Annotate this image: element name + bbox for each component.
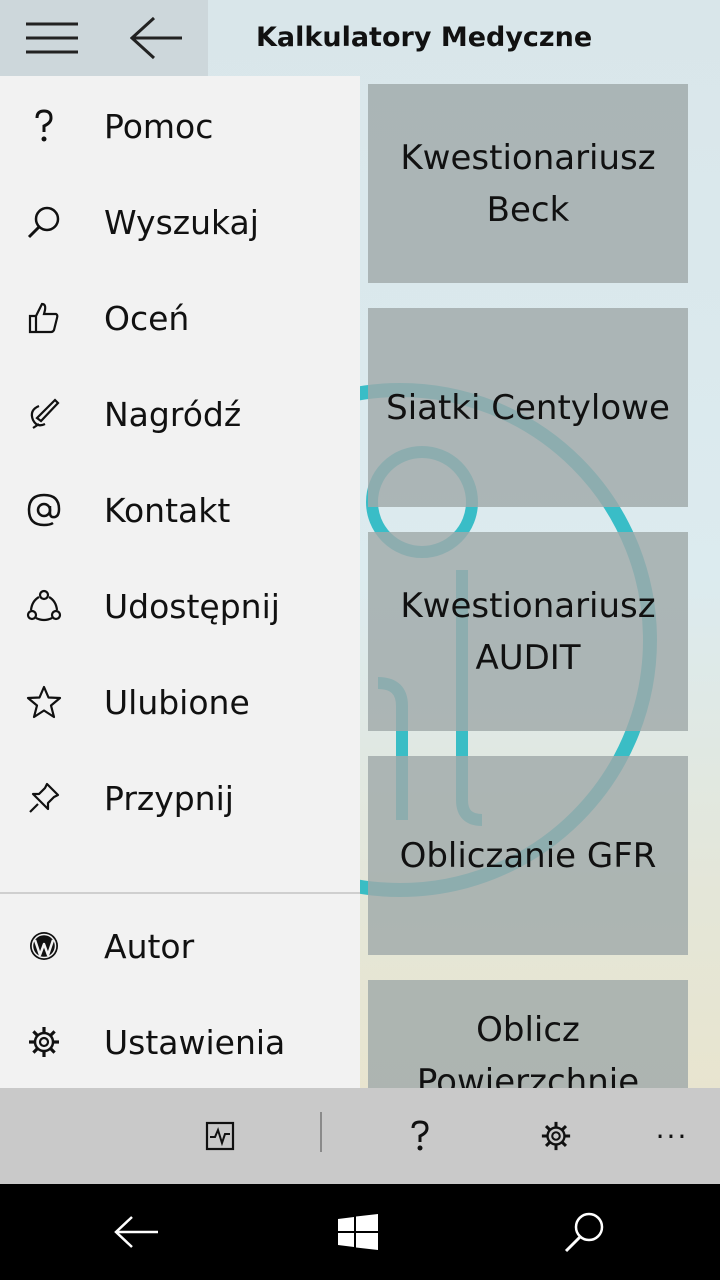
tile-label: Oblicz Powierzchnie [416, 1010, 640, 1100]
menu-item-ulubione[interactable]: Ulubione [0, 654, 360, 750]
pulse-icon[interactable] [196, 1112, 244, 1160]
share-icon [22, 584, 66, 628]
menu-item-label: Wyszukaj [104, 202, 259, 242]
back-icon[interactable] [112, 1208, 160, 1256]
tile-label: Siatki Centylowe [386, 387, 670, 428]
app-bar: ··· [0, 1088, 720, 1184]
menu-item-udostepnij[interactable]: Udostępnij [0, 558, 360, 654]
search-icon [22, 200, 66, 244]
title-bar: Kalkulatory Medyczne [0, 0, 720, 80]
header-button-group [0, 0, 208, 76]
settings-icon[interactable] [532, 1112, 580, 1160]
menu-item-label: Przypnij [104, 778, 234, 818]
menu-item-autor[interactable]: Autor [0, 898, 360, 994]
menu-item-label: Oceń [104, 298, 190, 338]
menu-item-przypnij[interactable]: Przypnij [0, 750, 360, 846]
hamburger-icon[interactable] [0, 0, 104, 76]
settings-icon [22, 1020, 66, 1064]
tile-label: Obliczanie GFR [399, 835, 657, 876]
search-icon[interactable] [560, 1208, 608, 1256]
navigation-pane: Pomoc Wyszukaj Oceń Nagródź Kontakt Udos… [0, 76, 360, 1088]
tile-kwestionariusz-audit[interactable]: Kwestionariusz AUDIT [368, 532, 688, 731]
windows-icon[interactable] [334, 1208, 382, 1256]
system-nav-bar [0, 1184, 720, 1280]
pane-divider [0, 892, 360, 894]
at-icon [22, 488, 66, 532]
tile-oblicz-powierzchnie[interactable]: Oblicz Powierzchnie [368, 980, 688, 1100]
more-icon[interactable]: ··· [648, 1112, 696, 1160]
tile-siatki-centylowe[interactable]: Siatki Centylowe [368, 308, 688, 507]
menu-item-label: Ustawienia [104, 1022, 286, 1062]
menu-item-label: Ulubione [104, 682, 250, 722]
menu-item-ustawienia[interactable]: Ustawienia [0, 994, 360, 1090]
pen-icon [22, 392, 66, 436]
star-icon [22, 680, 66, 724]
tile-label: Kwestionariusz AUDIT [400, 585, 656, 678]
menu-item-label: Nagródź [104, 394, 242, 434]
menu-item-label: Kontakt [104, 490, 231, 530]
page-title: Kalkulatory Medyczne [256, 22, 593, 53]
menu-item-label: Autor [104, 926, 195, 966]
help-icon[interactable] [396, 1112, 444, 1160]
tile-label: Kwestionariusz Beck [400, 137, 656, 230]
tile-obliczanie-gfr[interactable]: Obliczanie GFR [368, 756, 688, 955]
thumbs-up-icon [22, 296, 66, 340]
help-icon [22, 104, 66, 148]
menu-item-label: Pomoc [104, 106, 214, 146]
more-label: ··· [655, 1119, 689, 1153]
menu-item-ocen[interactable]: Oceń [0, 270, 360, 366]
back-arrow-icon[interactable] [104, 0, 208, 76]
app-bar-separator [320, 1112, 322, 1152]
menu-item-kontakt[interactable]: Kontakt [0, 462, 360, 558]
menu-item-pomoc[interactable]: Pomoc [0, 78, 360, 174]
menu-item-label: Udostępnij [104, 586, 280, 626]
tile-kwestionariusz-beck[interactable]: Kwestionariusz Beck [368, 84, 688, 283]
wordpress-icon [22, 924, 66, 968]
menu-item-wyszukaj[interactable]: Wyszukaj [0, 174, 360, 270]
pin-icon [22, 776, 66, 820]
menu-item-nagrodz[interactable]: Nagródź [0, 366, 360, 462]
